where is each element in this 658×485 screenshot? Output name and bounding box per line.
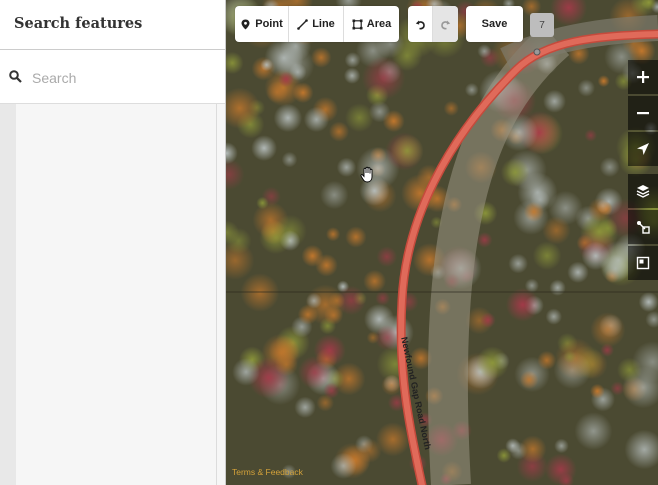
add-line-label: Line: [312, 18, 335, 30]
background-layers-button[interactable]: [628, 174, 658, 208]
undo-redo-group: [408, 6, 458, 42]
zoom-in-button[interactable]: [628, 60, 658, 94]
add-line-button[interactable]: Line: [289, 6, 344, 42]
zoom-out-button[interactable]: [628, 96, 658, 130]
search-row: [0, 50, 225, 104]
undo-icon: [415, 20, 425, 29]
issues-button[interactable]: [628, 246, 658, 280]
search-input[interactable]: [30, 64, 220, 92]
undo-button[interactable]: [408, 6, 433, 42]
draw-mode-group: Point Line Area: [235, 6, 399, 42]
sidebar-scrollbar[interactable]: [216, 104, 217, 485]
edit-count-badge: 7: [530, 13, 554, 37]
feature-list: [0, 104, 225, 485]
zoom-in-icon: [637, 71, 649, 83]
redo-button[interactable]: [433, 6, 458, 42]
map-data-button[interactable]: [628, 210, 658, 244]
map-area[interactable]: Point Line Area Save 7 Newfound Gap Road…: [226, 0, 658, 485]
map-data-icon: [637, 221, 650, 234]
zoom-out-icon: [637, 112, 649, 115]
layers-icon: [636, 185, 650, 198]
add-point-button[interactable]: Point: [235, 6, 289, 42]
locate-button[interactable]: [628, 132, 658, 166]
sidebar: Search features: [0, 0, 226, 485]
add-area-button[interactable]: Area: [344, 6, 399, 42]
add-point-label: Point: [255, 18, 283, 30]
satellite-imagery: [226, 0, 658, 485]
sidebar-title: Search features: [14, 15, 143, 32]
locate-icon: [637, 143, 649, 155]
redo-icon: [441, 20, 451, 29]
point-icon: [241, 19, 250, 29]
terms-feedback-link[interactable]: Terms & Feedback: [232, 467, 303, 477]
save-button[interactable]: Save: [466, 6, 523, 42]
map-controls: [628, 60, 658, 282]
hand-cursor-icon: [360, 166, 373, 183]
area-icon: [352, 19, 363, 29]
sidebar-rail: [0, 104, 16, 485]
line-icon: [297, 18, 308, 30]
sidebar-header: Search features: [0, 0, 225, 50]
add-area-label: Area: [366, 18, 392, 30]
search-icon: [9, 70, 22, 83]
issues-icon: [636, 256, 650, 270]
